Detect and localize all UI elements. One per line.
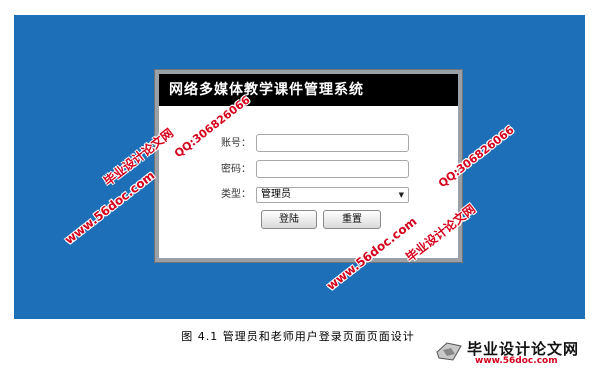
account-input[interactable] — [256, 134, 409, 152]
logo-mark-icon — [436, 342, 462, 361]
type-select-value: 管理员 — [261, 189, 291, 200]
login-dialog: 网络多媒体教学课件管理系统 账号： 密码： 类型： 管理员 ▼ 登陆 重置 — [154, 69, 463, 263]
logo-url-text: www.56doc.com — [475, 356, 558, 366]
login-dialog-title: 网络多媒体教学课件管理系统 — [159, 74, 458, 106]
login-button[interactable]: 登陆 — [261, 210, 317, 229]
type-label: 类型： — [221, 189, 251, 200]
login-dialog-body: 网络多媒体教学课件管理系统 账号： 密码： 类型： 管理员 ▼ 登陆 重置 — [159, 74, 458, 258]
password-row: 密码： — [159, 160, 458, 180]
password-input[interactable] — [256, 160, 409, 178]
password-label: 密码： — [221, 164, 251, 175]
site-logo: 毕业设计论文网 www.56doc.com — [435, 338, 595, 368]
type-select[interactable]: 管理员 ▼ — [256, 187, 409, 203]
chevron-down-icon: ▼ — [398, 191, 404, 199]
account-label: 账号： — [221, 138, 251, 149]
reset-button[interactable]: 重置 — [323, 210, 381, 229]
type-row: 类型： 管理员 ▼ — [159, 185, 458, 205]
